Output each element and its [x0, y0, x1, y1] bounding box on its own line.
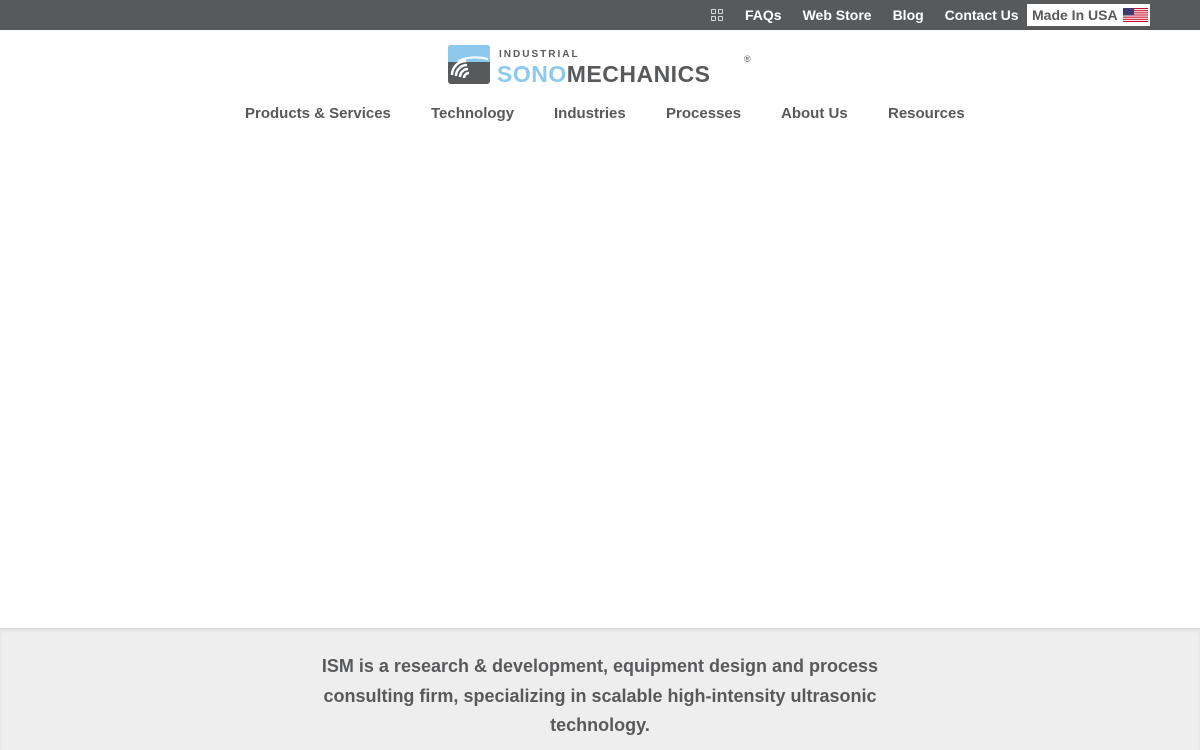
made-in-usa-badge[interactable]: Made In USA	[1027, 4, 1150, 26]
logo-wordmark: SONOMECHANICS	[497, 61, 711, 87]
logo-mark-icon	[448, 45, 490, 84]
nav-about-us[interactable]: About Us	[781, 104, 848, 124]
top-utility-bar: FAQs Web Store Blog Contact Us Made In U…	[0, 0, 1200, 30]
us-flag-icon	[1122, 8, 1148, 22]
logo-tagline: INDUSTRIAL	[499, 49, 580, 60]
nav-processes[interactable]: Processes	[666, 104, 741, 124]
utility-links: FAQs Web Store Blog Contact Us	[745, 0, 1019, 30]
company-logo[interactable]: INDUSTRIAL SONOMECHANICS ®	[448, 44, 754, 87]
hero-area	[0, 142, 1200, 628]
nav-industries[interactable]: Industries	[554, 104, 626, 124]
mission-statement-band: ISM is a research & development, equipme…	[0, 628, 1200, 750]
mission-statement-text: ISM is a research & development, equipme…	[321, 656, 879, 735]
contact-us-link[interactable]: Contact Us	[945, 0, 1019, 30]
nav-products-services[interactable]: Products & Services	[245, 104, 391, 124]
nav-technology[interactable]: Technology	[431, 104, 514, 124]
blog-link[interactable]: Blog	[893, 0, 924, 30]
made-in-usa-label: Made In USA	[1032, 7, 1118, 23]
faqs-link[interactable]: FAQs	[745, 0, 782, 30]
grid-icon[interactable]	[711, 9, 724, 22]
web-store-link[interactable]: Web Store	[803, 0, 872, 30]
registered-mark: ®	[744, 54, 751, 64]
nav-resources[interactable]: Resources	[888, 104, 965, 124]
main-navigation: Products & Services Technology Industrie…	[0, 104, 1200, 124]
site-header: INDUSTRIAL SONOMECHANICS ® Products & Se…	[0, 30, 1200, 142]
